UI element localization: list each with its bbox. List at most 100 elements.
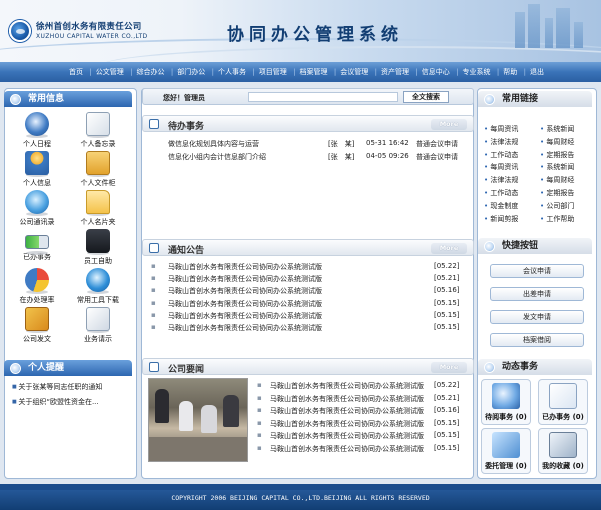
news-title: 公司要闻 [168,365,205,375]
pending-read-label: 待阅事务 (0) [485,413,527,421]
bag-icon [86,229,110,253]
link-item[interactable]: 每周财经 [540,137,574,147]
news-more-button[interactable]: More [431,362,467,373]
app-folder[interactable]: 个人名片夹 [69,190,127,227]
pie-icon [25,268,49,292]
app-contacts[interactable]: 公司通讯录 [8,190,66,227]
app-download[interactable]: 常用工具下载 [69,268,127,305]
news-date: [05.16] [434,406,460,415]
delegate-tile[interactable]: 委托管理 (0) [481,428,531,474]
news-photo [148,378,248,462]
notice-date: [05.21] [434,274,460,283]
fulltext-search-button[interactable]: 全文搜索 [403,91,449,103]
panel-icon [149,362,159,372]
app-memo[interactable]: 个人备忘录 [69,112,127,149]
links-title: 常用链接 [502,94,539,104]
app-paper[interactable]: 业务请示 [69,307,127,344]
link-item[interactable]: 工作动态 [484,188,518,198]
notice-date: [05.22] [434,262,460,270]
nav-item[interactable]: 退出 [530,67,544,77]
nav-separator: | [293,68,296,76]
nav-item[interactable]: 专业系统 [463,67,491,77]
notice-item[interactable]: 马鞍山首创水务有限责任公司协同办公系统测试版 [168,262,322,272]
footer: COPYRIGHT 2006 BEIJING CAPITAL CO.,LTD.B… [0,484,601,510]
search-input[interactable] [248,92,398,102]
greeting: 您好！管理员 [163,94,205,102]
nav-item[interactable]: 帮助 [503,67,517,77]
app-pie[interactable]: 在办处理率 [8,268,66,305]
news-item[interactable]: 马鞍山首创水务有限责任公司协同办公系统测试版 [270,419,424,429]
notice-item[interactable]: 马鞍山首创水务有限责任公司协同办公系统测试版 [168,323,322,333]
news-item[interactable]: 马鞍山首创水务有限责任公司协同办公系统测试版 [270,406,424,416]
app-bag[interactable]: 员工自助 [69,229,127,266]
nav-item[interactable]: 个人事务 [218,67,246,77]
nav-item[interactable]: 综合办公 [137,67,165,77]
copyright: COPYRIGHT 2006 BEIJING CAPITAL CO.,LTD.B… [171,494,430,502]
link-item[interactable]: 法律法规 [484,137,518,147]
pending-read-tile[interactable]: 待阅事务 (0) [481,379,531,425]
link-item[interactable]: 定期报告 [540,188,574,198]
notice-item[interactable]: 马鞍山首创水务有限责任公司协同办公系统测试版 [168,286,322,296]
bullet-icon: ▪ [257,406,262,415]
dispatch-request-button[interactable]: 发文申请 [490,310,584,324]
links-header: 常用链接 [478,91,592,107]
clock-icon [25,112,49,136]
app-label: 个人名片夹 [80,218,116,226]
reminder-header: 个人提醒 [4,360,132,376]
app-battery[interactable]: 已办事务 [8,229,66,262]
news-item[interactable]: 马鞍山首创水务有限责任公司协同办公系统测试版 [270,394,424,404]
link-item[interactable]: 系统新闻 [540,162,574,172]
reminder-item[interactable]: 关于组织“欧盟性资金在... [12,397,102,407]
todo-time: 05-31 16:42 [366,139,409,147]
nav-item[interactable]: 资产管理 [381,67,409,77]
link-item[interactable]: 每周资讯 [484,162,518,172]
todo-more-button[interactable]: More [431,119,467,130]
favorites-tile[interactable]: 我的收藏 (0) [538,428,588,474]
link-item[interactable]: 公司部门 [540,201,574,211]
cabinet-icon [86,151,110,175]
notice-item[interactable]: 马鞍山首创水务有限责任公司协同办公系统测试版 [168,311,322,321]
link-item[interactable]: 每周财经 [540,175,574,185]
meeting-request-button[interactable]: 会议申请 [490,264,584,278]
link-item[interactable]: 工作帮助 [540,214,574,224]
tools-icon [25,307,49,331]
link-item[interactable]: 新闻剪报 [484,214,518,224]
app-tools[interactable]: 公司发文 [8,307,66,344]
link-item[interactable]: 每周资讯 [484,124,518,134]
news-item[interactable]: 马鞍山首创水务有限责任公司协同办公系统测试版 [270,431,424,441]
nav-item[interactable]: 会议管理 [340,67,368,77]
nav-item[interactable]: 信息中心 [422,67,450,77]
link-item[interactable]: 定期报告 [540,150,574,160]
news-item[interactable]: 马鞍山首创水务有限责任公司协同办公系统测试版 [270,444,424,454]
link-item[interactable]: 工作动态 [484,150,518,160]
app-label: 个人信息 [23,179,51,187]
link-item[interactable]: 法律法规 [484,175,518,185]
link-item[interactable]: 系统新闻 [540,124,574,134]
notice-item[interactable]: 马鞍山首创水务有限责任公司协同办公系统测试版 [168,299,322,309]
app-label: 公司通讯录 [19,218,55,226]
notice-more-button[interactable]: More [431,243,467,254]
nav-item[interactable]: 项目管理 [259,67,287,77]
todo-row[interactable]: 做信息化规划具体内容与运营 [168,139,259,149]
favorites-icon [549,432,577,458]
trip-request-button[interactable]: 出差申请 [490,287,584,301]
app-cabinet[interactable]: 个人文件柜 [69,151,127,188]
notice-item[interactable]: 马鞍山首创水务有限责任公司协同办公系统测试版 [168,274,322,284]
delegate-icon [492,432,520,458]
done-tasks-tile[interactable]: 已办事务 (0) [538,379,588,425]
app-clock[interactable]: 个人日程 [8,112,66,149]
reminder-item[interactable]: 关于张某等同志任职的通知 [12,382,102,392]
nav-item[interactable]: 首页 [69,67,83,77]
folder-icon [86,190,110,214]
link-item[interactable]: 现金制度 [484,201,518,211]
archive-borrow-button[interactable]: 档案借阅 [490,333,584,347]
app-person[interactable]: 个人信息 [8,151,66,188]
nav-separator: | [456,68,459,76]
todo-row[interactable]: 信息化小组内会计信息部门介绍 [168,152,266,162]
company-logo-icon [9,20,31,42]
news-item[interactable]: 马鞍山首创水务有限责任公司协同办公系统测试版 [270,381,424,391]
nav-item[interactable]: 档案管理 [300,67,328,77]
nav-item[interactable]: 部门办公 [177,67,205,77]
nav-item[interactable]: 公文管理 [96,67,124,77]
app-label: 员工自助 [84,257,112,265]
